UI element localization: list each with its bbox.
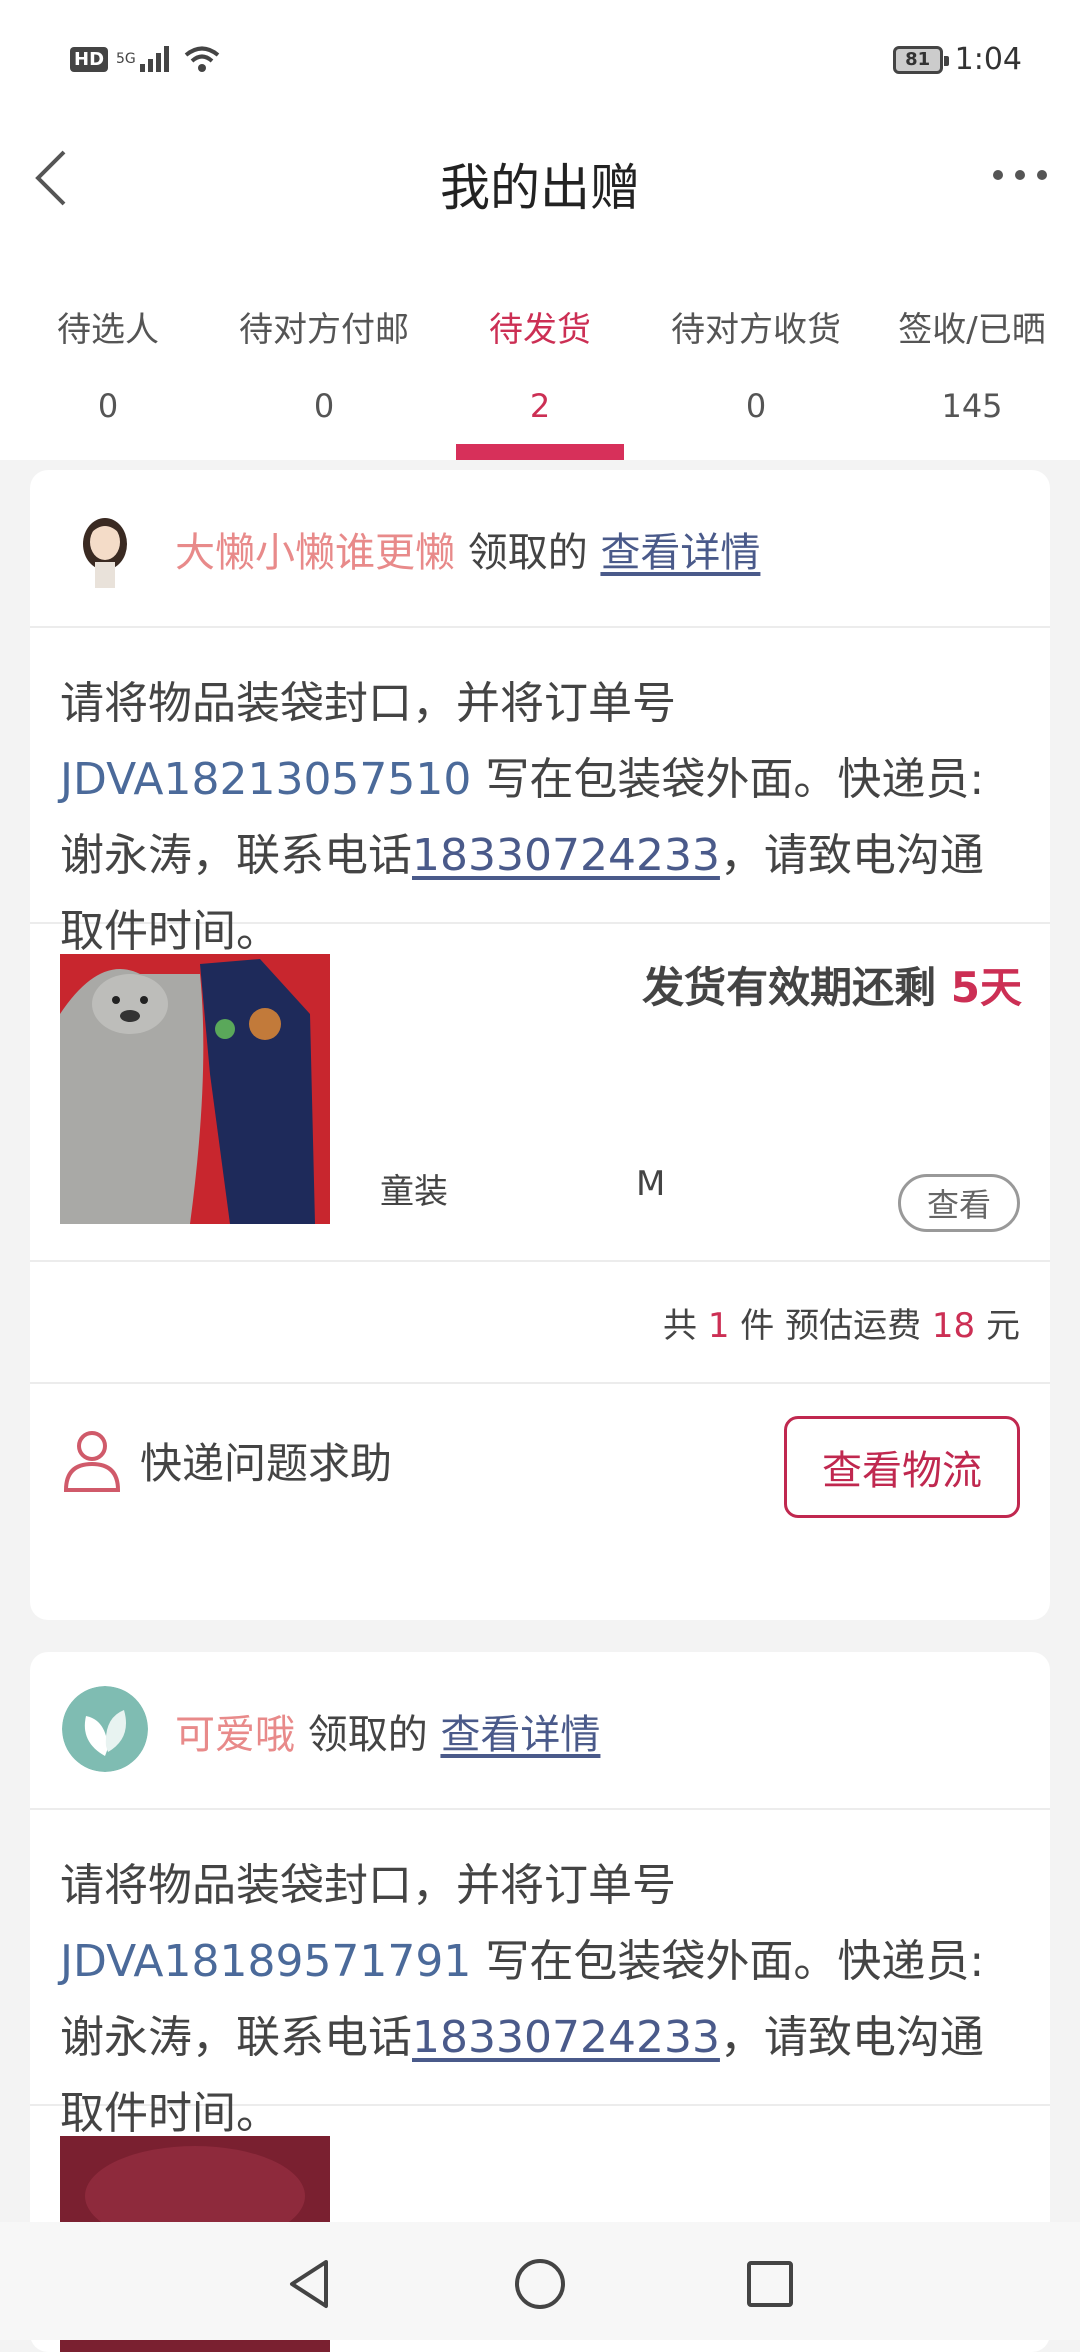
- wifi-icon: [184, 46, 220, 72]
- product-row: 发货有效期还剩 5天 童装 M 查看: [30, 924, 1050, 1262]
- tab-pending-select[interactable]: 待选人 0: [0, 260, 216, 460]
- receiver-name[interactable]: 可爱哦: [175, 1712, 295, 1758]
- tab-received[interactable]: 签收/已晒 145: [864, 260, 1080, 460]
- tab-pending-shipment[interactable]: 待发货 2: [432, 260, 648, 460]
- tab-label: 签收/已晒: [898, 310, 1046, 350]
- instruction-prefix: 请将物品装袋封口，并将订单号: [60, 1860, 676, 1911]
- receiver-name[interactable]: 大懒小懒谁更懒: [175, 530, 455, 576]
- deadline-days: 5天: [950, 963, 1022, 1012]
- courier-phone-link[interactable]: 18330724233: [412, 2012, 720, 2063]
- receiver-row: 可爱哦 领取的 查看详情: [30, 1652, 1050, 1810]
- active-tab-indicator: [456, 444, 624, 460]
- tab-label: 待发货: [489, 310, 591, 350]
- header: 我的出赠: [0, 120, 1080, 260]
- more-icon[interactable]: [990, 160, 1050, 190]
- courier-phone-link[interactable]: 18330724233: [412, 830, 720, 881]
- view-logistics-button[interactable]: 查看物流: [784, 1416, 1020, 1518]
- item-count: 1: [707, 1306, 730, 1346]
- system-nav-bar: [0, 2222, 1080, 2340]
- tab-label: 待选人: [57, 310, 159, 350]
- instruction-prefix: 请将物品装袋封口，并将订单号: [60, 678, 676, 729]
- product-image[interactable]: [60, 954, 330, 1224]
- action-row: 快递问题求助 查看物流: [30, 1384, 1050, 1560]
- tab-pending-receipt[interactable]: 待对方收货 0: [648, 260, 864, 460]
- network-type: 5G: [116, 51, 136, 67]
- avatar[interactable]: [62, 504, 148, 590]
- status-bar: HD 5G 81 1:04: [0, 0, 1080, 120]
- tab-count: 145: [941, 387, 1003, 425]
- avatar[interactable]: [62, 1686, 148, 1772]
- tab-count: 0: [313, 387, 335, 425]
- status-right: 81 1:04: [892, 42, 1022, 77]
- order-card: 大懒小懒谁更懒 领取的 查看详情 请将物品装袋封口，并将订单号 JDVA1821…: [30, 470, 1050, 1620]
- order-summary: 共 1 件 预估运费 18 元: [30, 1262, 1050, 1384]
- deadline-label: 发货有效期还剩: [642, 963, 951, 1012]
- tab-label: 待对方付邮: [239, 310, 409, 350]
- home-nav-icon[interactable]: [512, 2256, 568, 2312]
- tab-count: 2: [529, 387, 551, 425]
- shipping-instruction: 请将物品装袋封口，并将订单号 JDVA18213057510 写在包装袋外面。快…: [30, 628, 1050, 957]
- receiver-row: 大懒小懒谁更懒 领取的 查看详情: [30, 470, 1050, 628]
- receiver-suffix: 领取的: [307, 1712, 428, 1758]
- receiver-suffix: 领取的: [467, 530, 588, 576]
- back-nav-icon[interactable]: [282, 2256, 338, 2312]
- view-details-link[interactable]: 查看详情: [600, 530, 760, 576]
- recents-nav-icon[interactable]: [742, 2256, 798, 2312]
- page-title: 我的出赠: [440, 159, 640, 217]
- status-tabs: 待选人 0 待对方付邮 0 待发货 2 待对方收货 0 签收/已晒 145: [0, 260, 1080, 460]
- status-left: HD 5G: [70, 44, 222, 74]
- tab-count: 0: [745, 387, 767, 425]
- tab-count: 0: [97, 387, 119, 425]
- summary-count-prefix: 共: [663, 1306, 708, 1346]
- battery-level: 81: [905, 49, 931, 70]
- tab-label: 待对方收货: [671, 310, 841, 350]
- summary-text: 共 1 件 预估运费 18 元: [663, 1298, 1020, 1347]
- ship-deadline: 发货有效期还剩 5天: [642, 954, 1022, 1015]
- summary-count-suffix: 件 预估运费: [729, 1306, 932, 1346]
- battery-icon: 81: [892, 45, 949, 74]
- order-number: JDVA18189571791: [60, 1936, 472, 1987]
- courier-help-link[interactable]: 快递问题求助: [140, 1430, 392, 1491]
- tab-pending-postage[interactable]: 待对方付邮 0: [216, 260, 432, 460]
- product-category: 童装: [380, 1172, 448, 1212]
- signal-icon: [139, 46, 169, 72]
- order-number: JDVA18213057510: [60, 754, 472, 805]
- view-button[interactable]: 查看: [898, 1174, 1020, 1232]
- summary-fee-suffix: 元: [975, 1306, 1020, 1346]
- product-size: M: [636, 1164, 666, 1204]
- shipping-fee: 18: [931, 1306, 976, 1346]
- view-details-link[interactable]: 查看详情: [440, 1712, 600, 1758]
- clock: 1:04: [954, 42, 1022, 77]
- hd-icon: HD: [70, 46, 109, 72]
- person-icon[interactable]: [62, 1428, 122, 1492]
- receiver-line: 可爱哦 领取的 查看详情: [175, 1702, 600, 1760]
- shipping-instruction: 请将物品装袋封口，并将订单号 JDVA18189571791 写在包装袋外面。快…: [30, 1810, 1050, 2139]
- receiver-line: 大懒小懒谁更懒 领取的 查看详情: [175, 520, 760, 578]
